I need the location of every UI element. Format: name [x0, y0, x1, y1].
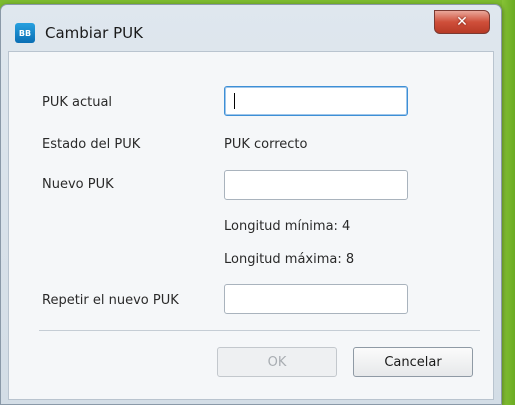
puk-status-value: PUK correcto [224, 137, 308, 152]
current-puk-input[interactable] [224, 86, 408, 116]
new-puk-label: Nuevo PUK [42, 177, 114, 192]
current-puk-label: PUK actual [42, 95, 113, 110]
sim-card-icon: BB [15, 23, 35, 43]
title-bar[interactable]: BB Cambiar PUK ✕ [1, 5, 501, 52]
ok-button[interactable]: OK [217, 347, 337, 377]
repeat-puk-label: Repetir el nuevo PUK [42, 293, 179, 308]
new-puk-input[interactable] [224, 170, 408, 200]
desktop-background [502, 0, 515, 405]
min-length-hint: Longitud mínima: 4 [224, 219, 351, 234]
repeat-puk-input[interactable] [224, 284, 408, 314]
change-puk-dialog: BB Cambiar PUK ✕ PUK actual Estado del P… [0, 4, 502, 405]
puk-status-label: Estado del PUK [42, 137, 141, 152]
dialog-title: Cambiar PUK [45, 24, 143, 42]
text-caret [234, 93, 235, 109]
dialog-body: PUK actual Estado del PUK PUK correcto N… [8, 51, 494, 400]
max-length-hint: Longitud máxima: 8 [224, 252, 355, 267]
close-icon: ✕ [456, 14, 468, 30]
divider [39, 330, 480, 331]
cancel-button[interactable]: Cancelar [353, 347, 473, 377]
close-button[interactable]: ✕ [434, 10, 490, 34]
